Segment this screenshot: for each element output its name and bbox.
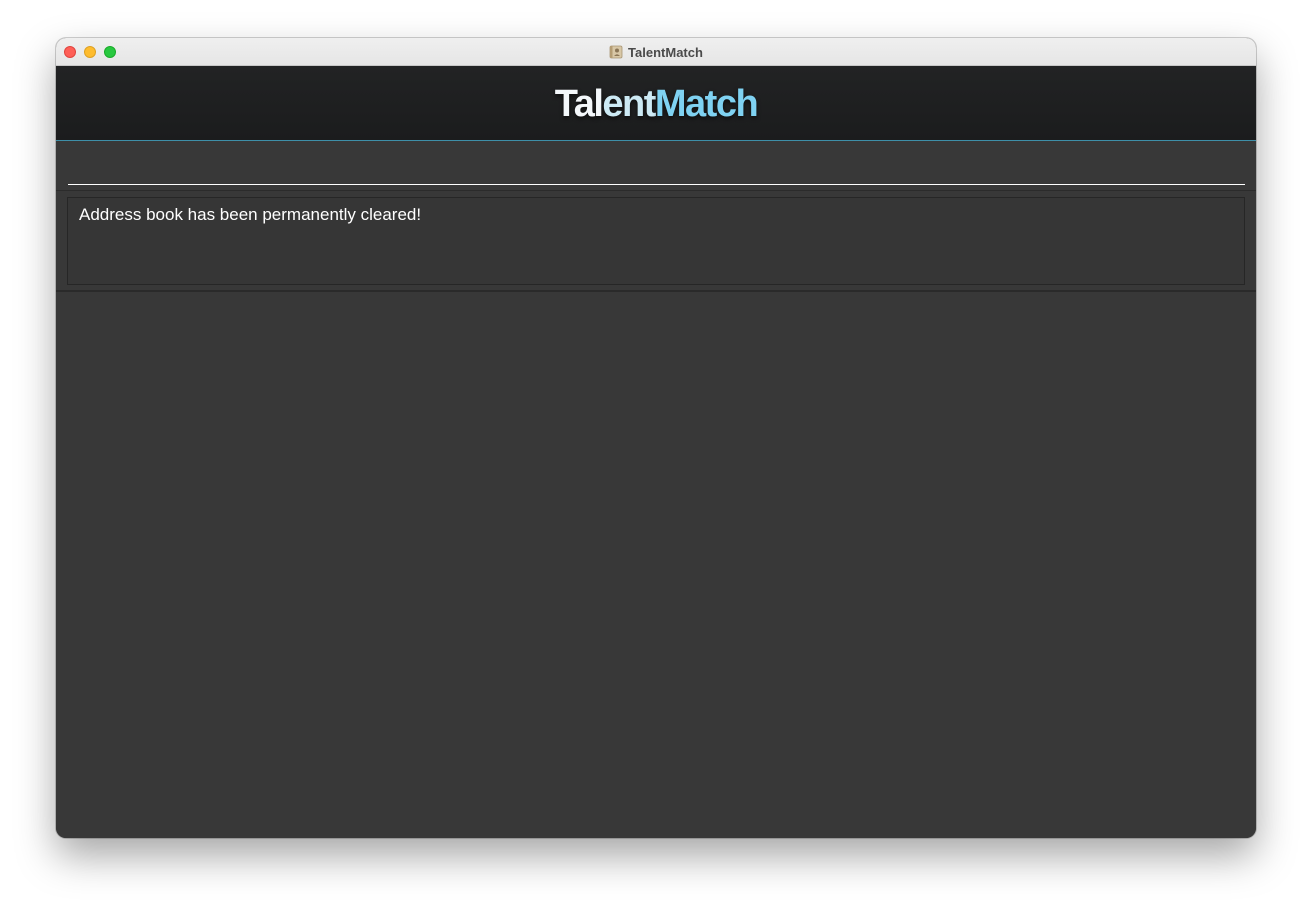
address-book-icon bbox=[609, 45, 623, 59]
window-title-group: TalentMatch bbox=[56, 38, 1256, 66]
brand-logo-part-3: Match bbox=[654, 82, 759, 125]
title-bar[interactable]: TalentMatch bbox=[56, 38, 1256, 66]
app-header: TalentMatch bbox=[56, 66, 1256, 141]
window-title: TalentMatch bbox=[628, 44, 703, 60]
brand-logo-part-2: ent bbox=[602, 82, 656, 125]
brand-logo: TalentMatch bbox=[554, 82, 759, 126]
result-display-panel: Address book has been permanently cleare… bbox=[56, 191, 1256, 292]
command-box bbox=[56, 141, 1256, 191]
command-input[interactable] bbox=[68, 153, 1245, 185]
brand-logo-part-1: Tal bbox=[554, 82, 604, 125]
person-list-panel bbox=[56, 292, 1256, 838]
result-display[interactable]: Address book has been permanently cleare… bbox=[67, 197, 1245, 285]
result-message: Address book has been permanently cleare… bbox=[79, 205, 422, 224]
app-window: TalentMatch TalentMatch Address book has… bbox=[56, 38, 1256, 838]
